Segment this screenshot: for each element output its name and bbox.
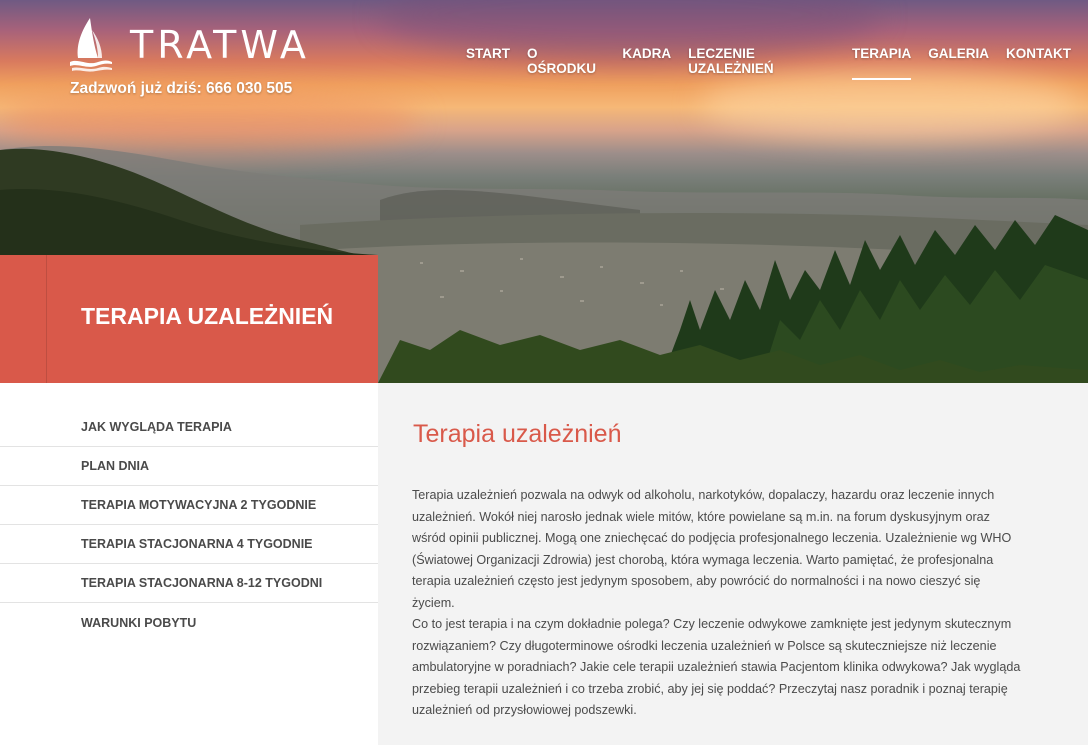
content-paragraph: Co to jest terapia i na czym dokładnie p… (412, 617, 1021, 718)
sidebar-item-terapia-stacjonarna-8-12[interactable]: TERAPIA STACJONARNA 8-12 TYGODNI (0, 564, 378, 603)
main-nav: START O OŚRODKU KADRA LECZENIE UZALEŻNIE… (466, 46, 1088, 80)
sidebar: JAK WYGLĄDA TERAPIA PLAN DNIA TERAPIA MO… (0, 383, 378, 745)
nav-item-terapia[interactable]: TERAPIA (851, 46, 912, 80)
content-heading: Terapia uzależnień (413, 420, 622, 448)
main-content: Terapia uzależnień Terapia uzależnień po… (378, 383, 1088, 745)
nav-item-kadra[interactable]: KADRA (622, 46, 671, 80)
sidebar-item-terapia-stacjonarna-4[interactable]: TERAPIA STACJONARNA 4 TYGODNIE (0, 525, 378, 564)
content-paragraph: Terapia uzależnień pozwala na odwyk od a… (412, 488, 1012, 610)
logo-text: TRATWA (130, 23, 310, 67)
sidebar-item-jak-wyglada-terapia[interactable]: JAK WYGLĄDA TERAPIA (0, 408, 378, 447)
logo[interactable]: TRATWA (68, 16, 310, 72)
nav-item-kontakt[interactable]: KONTAKT (1006, 46, 1071, 80)
sidebar-item-warunki-pobytu[interactable]: WARUNKI POBYTU (0, 603, 378, 642)
phone-number[interactable]: Zadzwoń już dziś: 666 030 505 (70, 80, 292, 98)
page-title-box: TERAPIA UZALEŻNIEŃ (0, 255, 378, 383)
nav-item-o-osrodku[interactable]: O OŚRODKU (527, 46, 605, 80)
nav-item-leczenie-uzaleznien[interactable]: LECZENIE UZALEŻNIEŃ (688, 46, 835, 80)
nav-item-start[interactable]: START (466, 46, 510, 80)
title-divider (46, 255, 47, 383)
sailboat-logo-icon (70, 18, 112, 72)
sidebar-item-terapia-motywacyjna[interactable]: TERAPIA MOTYWACYJNA 2 TYGODNIE (0, 486, 378, 525)
nav-item-galeria[interactable]: GALERIA (928, 46, 989, 80)
hero-banner: TRATWA Zadzwoń już dziś: 666 030 505 STA… (0, 0, 1088, 383)
sidebar-item-plan-dnia[interactable]: PLAN DNIA (0, 447, 378, 486)
page-title: TERAPIA UZALEŻNIEŃ (81, 303, 334, 329)
